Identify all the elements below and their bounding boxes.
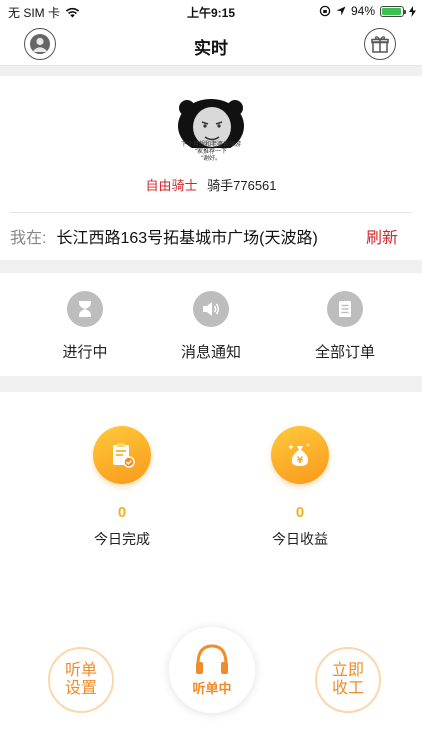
status-bar: 无 SIM 卡 上午9:15 94% [0, 0, 422, 22]
today-completed-icon-circle [93, 426, 151, 484]
refresh-button[interactable]: 刷新 [366, 224, 398, 248]
today-completed-stat[interactable]: 0 今日完成 [62, 426, 182, 549]
clipboard-check-icon [113, 443, 135, 468]
clock-out-label: 立即 收工 [331, 662, 364, 697]
page-title: 实时 [194, 39, 228, 58]
rider-type: 自由骑士 [145, 178, 198, 193]
in-progress-label: 进行中 [62, 344, 108, 361]
in-progress-icon-circle [67, 291, 103, 327]
listen-settings-button[interactable]: 听单 设置 [48, 647, 114, 713]
today-completed-value: 0 [117, 504, 127, 521]
rider-info: 自由骑士 骑手776561 [0, 175, 422, 194]
location-row: 我在: 长江西路163号拓基城市广场(天波路) 刷新 [10, 224, 398, 248]
section-gap [0, 376, 422, 392]
in-progress-button[interactable]: 进行中 [30, 291, 140, 362]
today-earnings-value: 0 [295, 504, 305, 521]
divider [10, 212, 412, 213]
notifications-icon-circle [193, 291, 229, 327]
svg-text:¥: ¥ [297, 456, 304, 466]
location-arrow-icon [336, 6, 346, 16]
hourglass-icon [79, 301, 91, 317]
today-earnings-icon-circle: ¥ [271, 426, 329, 484]
today-earnings-label: 今日收益 [272, 531, 328, 547]
battery-percent: 94% [350, 4, 375, 18]
battery-fill [382, 7, 401, 15]
all-orders-label: 全部订单 [314, 344, 375, 361]
section-gap [0, 260, 422, 273]
section-gap [0, 66, 422, 76]
listening-button[interactable]: 听单中 [169, 627, 255, 713]
battery-icon [380, 5, 406, 17]
rotation-lock-icon [319, 5, 331, 17]
rider-name: 骑手776561 [207, 178, 277, 193]
notifications-button[interactable]: 消息通知 [156, 291, 266, 362]
location-label: 我在: [10, 230, 47, 247]
status-right: 94% [319, 4, 416, 18]
today-earnings-stat[interactable]: ¥ 0 今日收益 [240, 426, 360, 549]
action-row: 进行中 消息通知 全部订单 [0, 273, 422, 376]
headphones-icon [196, 644, 228, 674]
location-value: 长江西路163号拓基城市广场(天波路) [56, 230, 318, 247]
today-stats: 0 今日完成 ¥ 0 今日收益 [0, 392, 422, 622]
rider-profile-card: 下个月想和老婆去旅游 “家推荐一下 “谢好。 自由骑士 骑手776561 我在:… [0, 76, 422, 260]
nav-bar: 实时 [0, 22, 422, 66]
avatar-caption: 下个月想和老婆去旅游 “家推荐一下 “谢好。 [180, 142, 241, 162]
document-list-icon [339, 301, 351, 317]
gift-icon [371, 36, 389, 53]
listen-settings-label: 听单 设置 [64, 662, 97, 697]
money-bag-icon: ¥ [288, 443, 310, 466]
today-completed-label: 今日完成 [94, 531, 150, 547]
all-orders-icon-circle [327, 291, 363, 327]
all-orders-button[interactable]: 全部订单 [290, 291, 400, 362]
notifications-label: 消息通知 [180, 344, 241, 361]
speaker-icon [203, 302, 220, 316]
listening-label: 听单中 [192, 681, 232, 696]
clock-out-button[interactable]: 立即 收工 [315, 647, 381, 713]
charging-bolt-icon [409, 5, 416, 17]
gift-button[interactable] [364, 28, 396, 60]
